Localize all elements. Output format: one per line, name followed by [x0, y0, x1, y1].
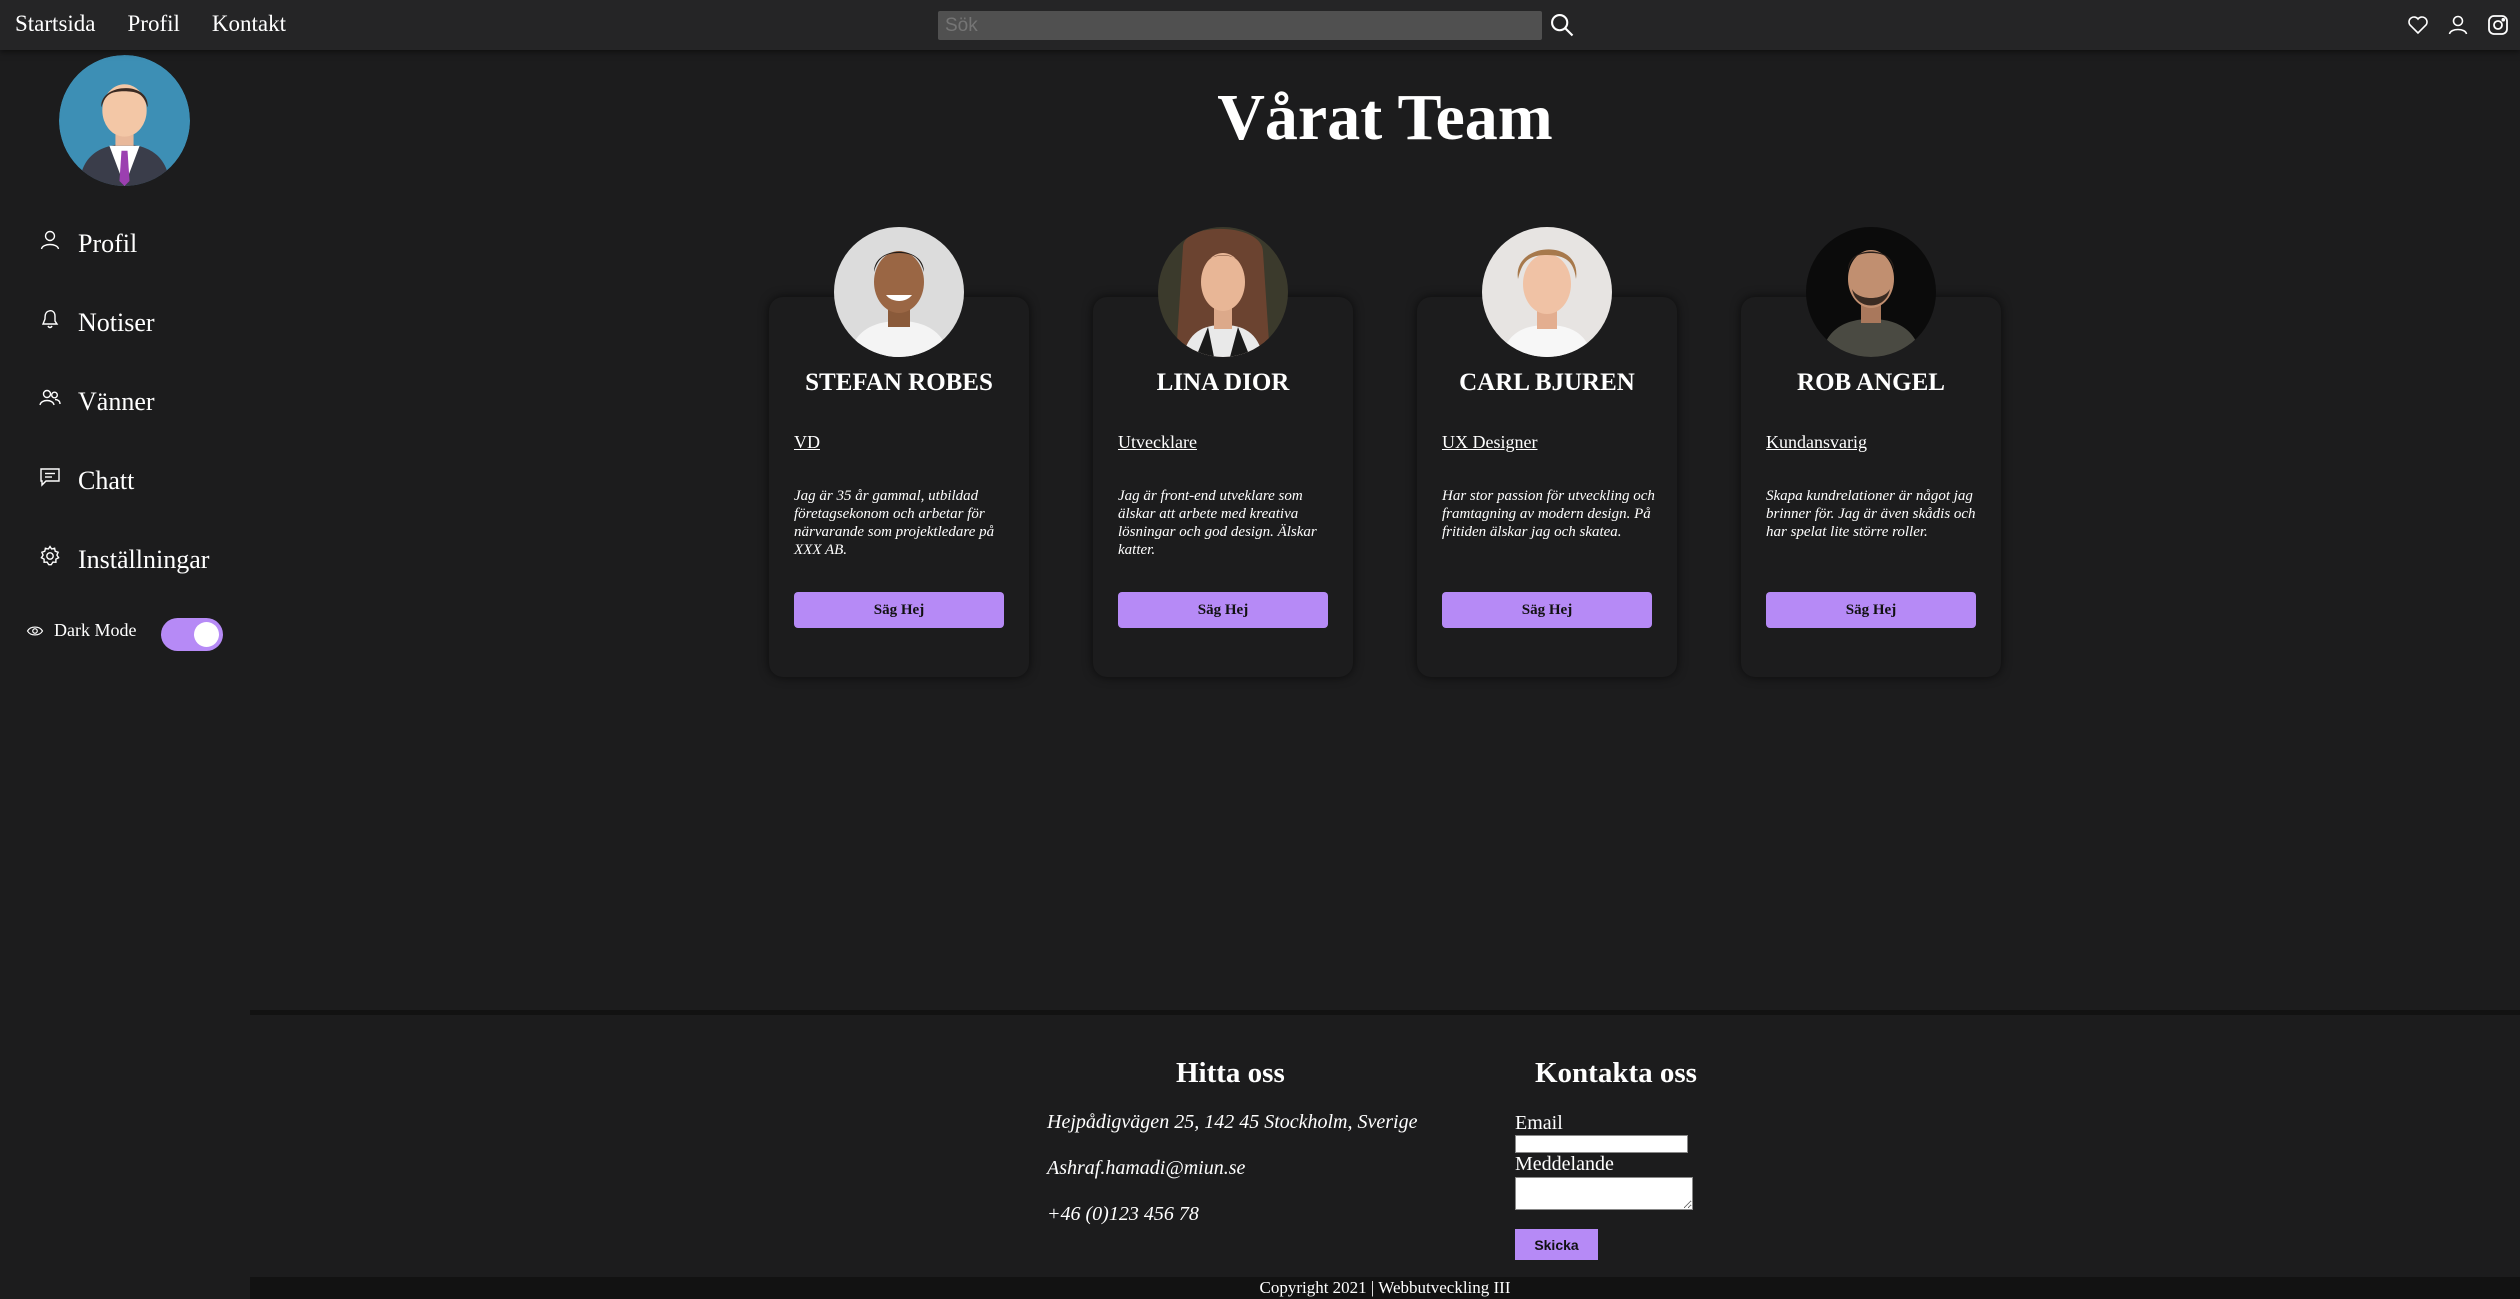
sidebar-item-profil[interactable]: Profil: [38, 228, 137, 259]
team-card: LINA DIOR Utvecklare Jag är front-end ut…: [1093, 227, 1353, 677]
team-member-photo: [834, 227, 964, 357]
sidebar-item-label: Vänner: [78, 386, 155, 416]
dark-mode-label: Dark Mode: [54, 620, 137, 640]
chat-icon: [38, 465, 62, 496]
email-text: Ashraf.hamadi@miun.se: [1047, 1157, 1246, 1179]
page-title: Vårat Team: [1217, 81, 1553, 154]
copyright-bar: Copyright 2021 | Webbutveckling III: [250, 1277, 2520, 1299]
main-content: Vårat Team STEFAN ROBES VD Jag är 35 år …: [250, 50, 2520, 1010]
footer: Hitta oss Hejpådigvägen 25, 142 45 Stock…: [250, 1010, 2520, 1277]
instagram-icon[interactable]: [2486, 13, 2510, 37]
sidebar-item-notiser[interactable]: Notiser: [38, 307, 155, 338]
nav-links: Startsida Profil Kontakt: [15, 11, 286, 37]
toggle-knob: [194, 622, 219, 647]
dark-mode-row: Dark Mode: [26, 620, 136, 641]
gear-icon: [38, 544, 62, 575]
sidebar-item-label: Notiser: [78, 307, 155, 337]
team-member-name: STEFAN ROBES: [805, 369, 993, 396]
sidebar-item-label: Chatt: [78, 465, 135, 495]
message-field[interactable]: [1515, 1177, 1693, 1210]
team-member-role-link[interactable]: UX Designer: [1442, 432, 1537, 453]
email-field[interactable]: [1515, 1135, 1688, 1153]
team-member-description: Har stor passion för utveckling och fram…: [1442, 488, 1655, 540]
team-card: CARL BJUREN UX Designer Har stor passion…: [1417, 227, 1677, 677]
say-hi-button[interactable]: Säg Hej: [794, 592, 1004, 628]
team-member-photo: [1806, 227, 1936, 357]
search-input[interactable]: [938, 11, 1542, 40]
team-member-photo: [1482, 227, 1612, 357]
team-member-role-link[interactable]: VD: [794, 432, 820, 453]
sidebar-item-label: Profil: [78, 228, 138, 258]
say-hi-button[interactable]: Säg Hej: [1118, 592, 1328, 628]
team-member-name: ROB ANGEL: [1797, 369, 1945, 396]
user-icon[interactable]: [2446, 13, 2470, 37]
say-hi-button[interactable]: Säg Hej: [1442, 592, 1652, 628]
email-label: Email: [1515, 1112, 1563, 1134]
team-member-photo: [1158, 227, 1288, 357]
team-member-name: LINA DIOR: [1156, 369, 1290, 396]
team-member-name: CARL BJUREN: [1459, 369, 1635, 396]
user-icon: [38, 228, 62, 259]
nav-link-kontakt[interactable]: Kontakt: [212, 11, 286, 37]
send-button[interactable]: Skicka: [1515, 1229, 1598, 1260]
nav-link-startsida[interactable]: Startsida: [15, 11, 96, 37]
find-us-heading: Hitta oss: [1176, 1057, 1285, 1089]
eye-icon: [26, 622, 44, 640]
heart-icon[interactable]: [2406, 13, 2430, 37]
team-member-role-link[interactable]: Kundansvarig: [1766, 432, 1867, 453]
team-card: STEFAN ROBES VD Jag är 35 år gammal, utb…: [769, 227, 1029, 677]
avatar[interactable]: [59, 55, 190, 186]
address-text: Hejpådigvägen 25, 142 45 Stockholm, Sver…: [1047, 1111, 1418, 1133]
dark-mode-toggle[interactable]: [161, 618, 223, 651]
contact-us-heading: Kontakta oss: [1535, 1057, 1697, 1089]
team-member-description: Jag är 35 år gammal, utbildad företagsek…: [794, 488, 995, 558]
friends-icon: [38, 386, 62, 417]
bell-icon: [38, 307, 62, 338]
sidebar-item-installningar[interactable]: Inställningar: [38, 544, 209, 575]
search-icon[interactable]: [1548, 11, 1576, 39]
header-icons: [2406, 13, 2510, 37]
message-label: Meddelande: [1515, 1153, 1614, 1175]
sidebar: Profil Notiser Vänner Chatt Inställninga…: [0, 50, 250, 1299]
sidebar-item-vanner[interactable]: Vänner: [38, 386, 155, 417]
nav-link-profil[interactable]: Profil: [128, 11, 180, 37]
say-hi-button[interactable]: Säg Hej: [1766, 592, 1976, 628]
team-member-description: Jag är front-end utveklare som älskar at…: [1118, 488, 1317, 558]
team-member-description: Skapa kundrelationer är något jag brinne…: [1766, 488, 1976, 540]
team-member-role-link[interactable]: Utvecklare: [1118, 432, 1197, 453]
sidebar-item-chatt[interactable]: Chatt: [38, 465, 134, 496]
sidebar-item-label: Inställningar: [78, 544, 210, 574]
top-navigation-bar: Startsida Profil Kontakt: [0, 0, 2520, 50]
team-card: ROB ANGEL Kundansvarig Skapa kundrelatio…: [1741, 227, 2001, 677]
phone-text: +46 (0)123 456 78: [1047, 1203, 1199, 1225]
